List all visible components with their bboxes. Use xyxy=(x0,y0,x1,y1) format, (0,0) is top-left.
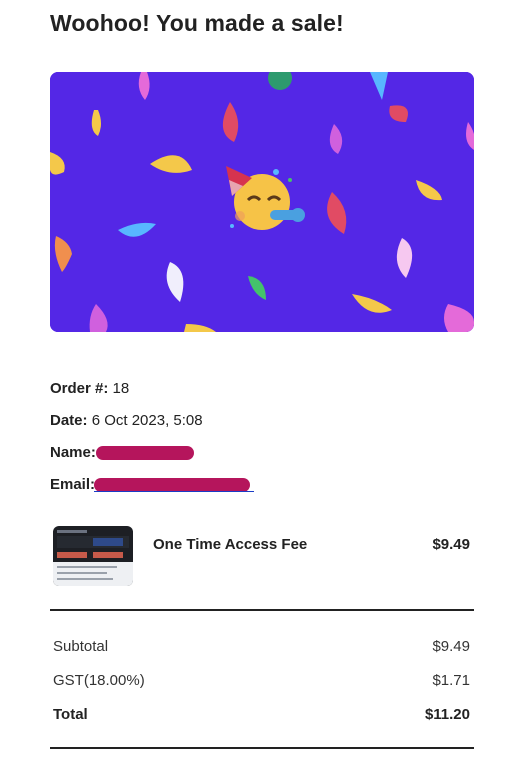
order-date-value: 6 Oct 2023, 5:08 xyxy=(91,412,203,429)
divider-top xyxy=(50,609,474,611)
email-redaction xyxy=(94,478,250,492)
order-number-label: Order #: xyxy=(50,380,109,397)
total-amount: $11.20 xyxy=(424,706,470,723)
customer-name-label: Name: xyxy=(50,444,96,461)
subtotal-amount: $9.49 xyxy=(432,638,470,655)
celebration-banner xyxy=(50,72,474,332)
order-number: Order #: 18 xyxy=(50,380,129,397)
product-thumbnail xyxy=(53,526,133,586)
confetti-illustration xyxy=(50,72,474,332)
order-date: Date: 6 Oct 2023, 5:08 xyxy=(50,412,203,429)
order-number-value: 18 xyxy=(112,380,130,397)
product-price: $9.49 xyxy=(432,536,470,553)
order-date-label: Date: xyxy=(50,412,88,429)
email-heading: Woohoo! You made a sale! xyxy=(50,10,344,36)
total-label: Total xyxy=(53,706,88,723)
gst-label: GST(18.00%) xyxy=(53,672,145,689)
email-link[interactable] xyxy=(94,491,254,492)
gst-amount: $1.71 xyxy=(432,672,470,689)
subtotal-label: Subtotal xyxy=(53,638,109,655)
customer-email-label: Email: xyxy=(50,476,96,493)
product-row: One Time Access Fee $9.49 xyxy=(50,526,474,588)
product-name: One Time Access Fee xyxy=(153,536,308,553)
customer-email: Email: xyxy=(50,476,95,493)
name-redaction xyxy=(96,446,194,460)
customer-name: Name: xyxy=(50,444,96,461)
divider-bottom xyxy=(50,747,474,749)
